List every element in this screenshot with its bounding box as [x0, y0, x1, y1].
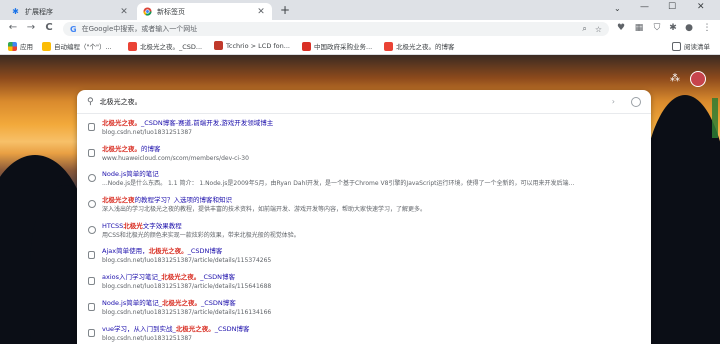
page-icon: [88, 251, 95, 260]
bookmark-favicon-icon: [302, 41, 311, 51]
bookmark-apps[interactable]: 应用: [8, 41, 33, 51]
bookmark-item[interactable]: 自动编程（"个"）...: [42, 41, 112, 51]
tab-new-tab[interactable]: 新标签页 ✕: [137, 3, 272, 20]
address-placeholder: 在Google中搜索，或者输入一个网址: [81, 25, 198, 33]
search-input[interactable]: 北极光之夜。: [100, 97, 612, 107]
search-suggestions-panel: ⚲ 北极光之夜。 › 北极光之夜。_CSDN博客-赛道,前端开发,游戏开发领域博…: [77, 90, 651, 344]
result-title[interactable]: Node.js简单的笔记: [102, 169, 651, 179]
globe-icon: [88, 200, 96, 209]
chrome-icon: [143, 7, 152, 16]
apps-grid-icon: [8, 41, 17, 51]
result-title[interactable]: HTCSS北极光文字效果教程: [102, 221, 651, 231]
tab-close-button[interactable]: ✕: [256, 7, 266, 17]
google-icon: G: [70, 24, 77, 34]
bookmark-favicon-icon: [384, 41, 393, 51]
list-item[interactable]: HTCSS北极光文字效果教程 用CSS和北极光的颜色来实现一款炫彩的效果，带来北…: [77, 219, 651, 245]
forward-button[interactable]: →: [24, 22, 38, 33]
bookmark-item[interactable]: 北极光之夜。的博客: [384, 41, 455, 51]
result-title[interactable]: axios入门学习笔记_北极光之夜。_CSDN博客: [102, 272, 651, 282]
toolbar: ← → C G 在Google中搜索，或者输入一个网址 ⌕ ☆ ♥ ▦ ⛉ ✱ …: [0, 20, 720, 38]
list-item[interactable]: 北极光之夜。_CSDN博客-赛道,前端开发,游戏开发领域博主 blog.csdn…: [77, 116, 651, 142]
extension-grid-icon[interactable]: ▦: [632, 23, 646, 33]
avatar[interactable]: [690, 71, 706, 87]
back-button[interactable]: ←: [6, 22, 20, 33]
search-box[interactable]: ⚲ 北极光之夜。 ›: [77, 90, 651, 114]
close-window-button[interactable]: ✕: [697, 2, 705, 12]
globe-icon: [88, 174, 96, 183]
list-item[interactable]: Node.js简单的笔记 ...Node.js是什么东西。 1.1 简介： 1.…: [77, 167, 651, 193]
list-item[interactable]: Ajax简单使用，北极光之夜。_CSDN博客 blog.csdn.net/luo…: [77, 244, 651, 270]
bookmark-item[interactable]: Tcchrio > LCD fon...: [214, 41, 290, 50]
page-icon: [88, 123, 95, 131]
reading-list-icon: [672, 41, 681, 51]
list-item[interactable]: 北极光之夜。的博客 www.huaweicloud.com/scom/membe…: [77, 142, 651, 168]
new-tab-button[interactable]: +: [280, 3, 290, 17]
google-apps-icon[interactable]: ⁂: [670, 74, 680, 84]
bookmarks-bar: 应用 自动编程（"个"）... 北极光之夜。_CSD... Tcchrio > …: [0, 38, 720, 55]
result-title[interactable]: 北极光之夜的教程学习？入选项的博客和知识: [102, 195, 651, 205]
bookmark-favicon-icon: [128, 41, 137, 51]
result-url: www.huaweicloud.com/scom/members/dev-ci-…: [102, 154, 249, 162]
result-url: blog.csdn.net/luo1831251387: [102, 334, 192, 342]
search-icon: ⚲: [87, 96, 94, 107]
bookmark-favicon-icon: [214, 41, 223, 50]
list-item[interactable]: axios入门学习笔记_北极光之夜。_CSDN博客 blog.csdn.net/…: [77, 270, 651, 296]
reading-list-button[interactable]: 阅读清单: [672, 41, 710, 51]
result-url: blog.csdn.net/luo1831251387/article/deta…: [102, 308, 272, 316]
chevron-right-icon[interactable]: ›: [612, 97, 615, 106]
address-bar[interactable]: G 在Google中搜索，或者输入一个网址 ⌕ ☆: [63, 22, 609, 36]
result-url: blog.csdn.net/luo1831251387/article/deta…: [102, 257, 272, 265]
tab-strip: ✱ 扩展程序 ✕ 新标签页 ✕ + ⌄ — ☐ ✕: [0, 0, 720, 20]
bookmark-favicon-icon: [42, 41, 51, 51]
result-url: blog.csdn.net/luo1831251387: [102, 129, 192, 136]
result-snippet: 用CSS和北极光的颜色来实现一款炫彩的效果，带来北极光般的视觉体验。: [102, 231, 300, 239]
tab-title: 新标签页: [157, 7, 185, 16]
tab-close-button[interactable]: ✕: [119, 7, 129, 17]
side-panel-edge: [712, 98, 718, 138]
page-icon: [88, 328, 95, 337]
bookmark-item[interactable]: 中国政府采购业务...: [302, 41, 372, 51]
puzzle-icon: ✱: [12, 7, 19, 16]
tab-search-button[interactable]: ⌄: [614, 4, 621, 13]
search-zoom-icon[interactable]: ⌕: [582, 24, 586, 34]
extension-shield-icon[interactable]: ⛉: [650, 23, 664, 33]
globe-icon: [88, 225, 96, 234]
result-title[interactable]: 北极光之夜。的博客: [102, 144, 651, 154]
result-snippet: ...Node.js是什么东西。 1.1 简介： 1.Node.js是2009年…: [102, 180, 575, 188]
result-snippet: 深入浅出的学习北极光之夜的教程，提供丰富的技术资料，如前端开发、游戏开发等内容，…: [102, 206, 427, 214]
menu-kebab-icon[interactable]: ⋮: [700, 23, 714, 33]
reload-button[interactable]: C: [42, 22, 56, 33]
maximize-button[interactable]: ☐: [668, 2, 676, 12]
results-list: 北极光之夜。_CSDN博客-赛道,前端开发,游戏开发领域博主 blog.csdn…: [77, 114, 651, 344]
result-title[interactable]: 北极光之夜。_CSDN博客-赛道,前端开发,游戏开发领域博主: [102, 118, 651, 128]
bookmark-star-icon[interactable]: ☆: [595, 25, 602, 34]
result-title[interactable]: vue学习，从入门到实战_北极光之夜。_CSDN博客: [102, 324, 651, 334]
result-title[interactable]: Ajax简单使用，北极光之夜。_CSDN博客: [102, 246, 651, 256]
minimize-button[interactable]: —: [640, 2, 649, 12]
tab-extensions[interactable]: ✱ 扩展程序 ✕: [5, 3, 135, 20]
result-title[interactable]: Node.js简单的笔记_北极光之夜。_CSDN博客: [102, 298, 651, 308]
list-item[interactable]: Node.js简单的笔记_北极光之夜。_CSDN博客 blog.csdn.net…: [77, 296, 651, 322]
extensions-puzzle-icon[interactable]: ✱: [666, 23, 680, 33]
lens-icon[interactable]: [631, 96, 641, 107]
list-item[interactable]: 北极光之夜的教程学习？入选项的博客和知识 深入浅出的学习北极光之夜的教程，提供丰…: [77, 193, 651, 219]
tab-title: 扩展程序: [25, 7, 53, 16]
bookmark-item[interactable]: 北极光之夜。_CSD...: [128, 41, 202, 51]
page-icon: [88, 148, 95, 157]
result-url: blog.csdn.net/luo1831251387/article/deta…: [102, 283, 272, 291]
extension-heart-icon[interactable]: ♥: [614, 23, 628, 33]
page-icon: [88, 277, 95, 286]
list-item[interactable]: vue学习，从入门到实战_北极光之夜。_CSDN博客 blog.csdn.net…: [77, 322, 651, 344]
profile-icon[interactable]: ●: [682, 23, 696, 33]
page-icon: [88, 302, 95, 311]
